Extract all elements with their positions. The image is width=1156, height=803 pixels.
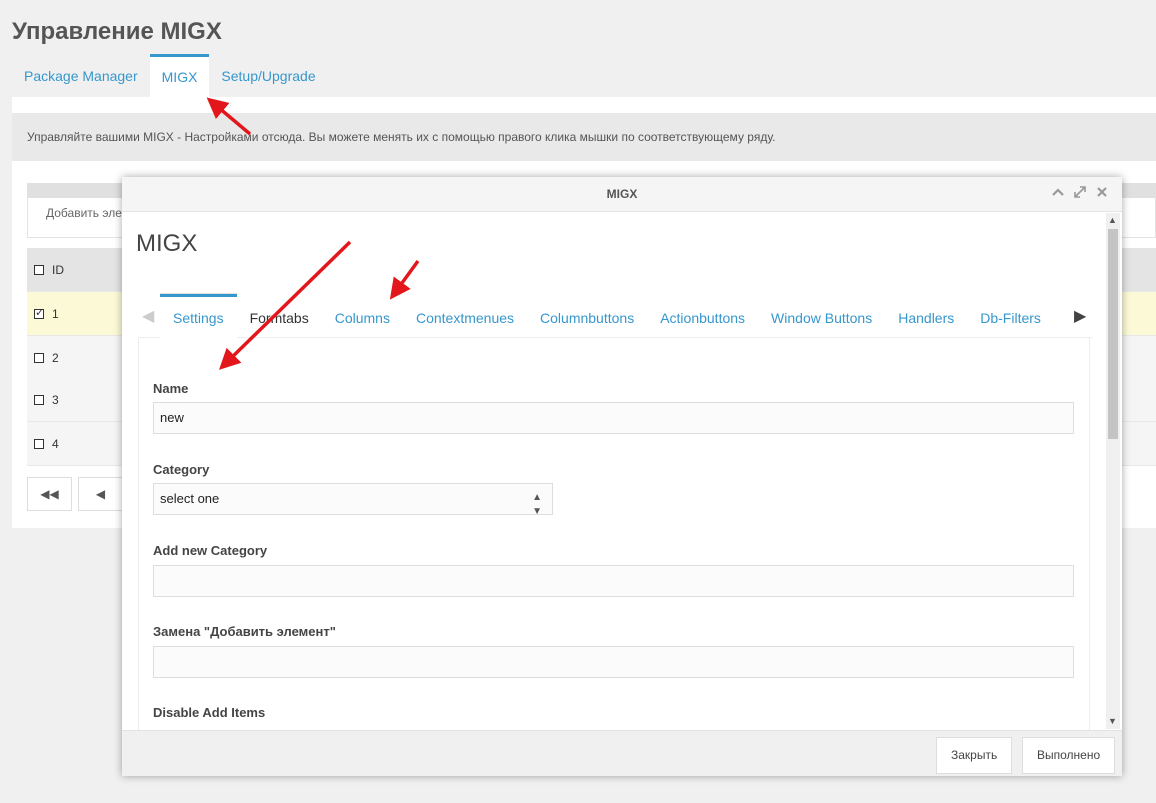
disable-add-items-label: Disable Add Items [153, 705, 266, 720]
name-input[interactable]: new [153, 402, 1074, 434]
close-button[interactable]: Закрыть [936, 737, 1013, 774]
tab-formtabs[interactable]: Formtabs [237, 294, 322, 338]
tab-columns[interactable]: Columns [322, 294, 403, 338]
row-id: 1 [52, 307, 59, 321]
tab-window-buttons[interactable]: Window Buttons [758, 294, 885, 338]
migx-window: MIGX MIGX ◀ Settings Formtabs Columns Co… [122, 177, 1122, 776]
window-header[interactable]: MIGX [122, 177, 1122, 212]
category-select-value: select one [160, 491, 220, 506]
category-label: Category [153, 462, 210, 477]
tab-scroll-left-icon[interactable]: ◀ [142, 306, 154, 326]
scroll-thumb[interactable] [1108, 229, 1118, 439]
window-body: MIGX ◀ Settings Formtabs Columns Context… [122, 212, 1120, 730]
scroll-up-icon[interactable]: ▲ [1108, 215, 1117, 225]
row-id: 3 [52, 393, 59, 407]
row-checkbox[interactable] [34, 439, 44, 449]
add-new-category-label: Add new Category [153, 543, 268, 558]
prev-page-button[interactable]: ◀ [78, 477, 123, 511]
window-scrollbar[interactable]: ▲ ▼ [1106, 213, 1120, 729]
page-title: Управление MIGX [12, 18, 222, 45]
row-checkbox[interactable] [34, 395, 44, 405]
close-icon[interactable] [1096, 186, 1108, 201]
add-item-replacement-input[interactable] [153, 646, 1074, 678]
select-arrows-icon: ▲ ▼ [532, 492, 542, 517]
window-tabstrip: ◀ Settings Formtabs Columns Contextmenue… [138, 294, 1092, 338]
tab-contextmenues[interactable]: Contextmenues [403, 294, 527, 338]
window-footer: Закрыть Выполнено [122, 730, 1122, 776]
scroll-down-icon[interactable]: ▼ [1108, 716, 1117, 726]
tab-scroll-right-icon[interactable]: ▶ [1074, 306, 1086, 326]
add-new-category-input[interactable] [153, 565, 1074, 597]
first-page-button[interactable]: ◀◀ [27, 477, 72, 511]
window-tabs: Settings Formtabs Columns Contextmenues … [160, 294, 1054, 338]
page-tabs: Package Manager MIGX Setup/Upgrade [12, 54, 328, 98]
row-id: 4 [52, 437, 59, 451]
done-button[interactable]: Выполнено [1022, 737, 1116, 774]
add-item-replacement-label: Замена "Добавить элемент" [153, 624, 336, 639]
tab-setup-upgrade[interactable]: Setup/Upgrade [209, 54, 327, 98]
select-all-checkbox[interactable] [34, 265, 44, 275]
maximize-icon[interactable] [1074, 186, 1086, 201]
tab-columnbuttons[interactable]: Columnbuttons [527, 294, 647, 338]
tab-actionbuttons[interactable]: Actionbuttons [647, 294, 758, 338]
prev-page-icon: ◀ [95, 487, 106, 501]
collapse-icon[interactable] [1052, 186, 1064, 201]
row-checkbox[interactable] [34, 306, 44, 319]
window-heading: MIGX [136, 230, 198, 257]
settings-form: Name new Category select one ▲ ▼ Add new … [138, 338, 1090, 730]
tab-migx[interactable]: MIGX [149, 54, 210, 98]
window-title: MIGX [606, 187, 638, 201]
first-page-icon: ◀◀ [40, 487, 59, 501]
id-column-header[interactable]: ID [52, 263, 64, 277]
row-id: 2 [52, 351, 59, 365]
row-checkbox[interactable] [34, 353, 44, 363]
name-label: Name [153, 381, 189, 396]
tab-settings[interactable]: Settings [160, 294, 237, 338]
tab-package-manager[interactable]: Package Manager [12, 54, 150, 98]
tab-db-filters[interactable]: Db-Filters [967, 294, 1054, 338]
tab-handlers[interactable]: Handlers [885, 294, 967, 338]
category-select[interactable]: select one ▲ ▼ [153, 483, 553, 517]
description-text: Управляйте вашими MIGX - Настройками отс… [12, 113, 1156, 161]
